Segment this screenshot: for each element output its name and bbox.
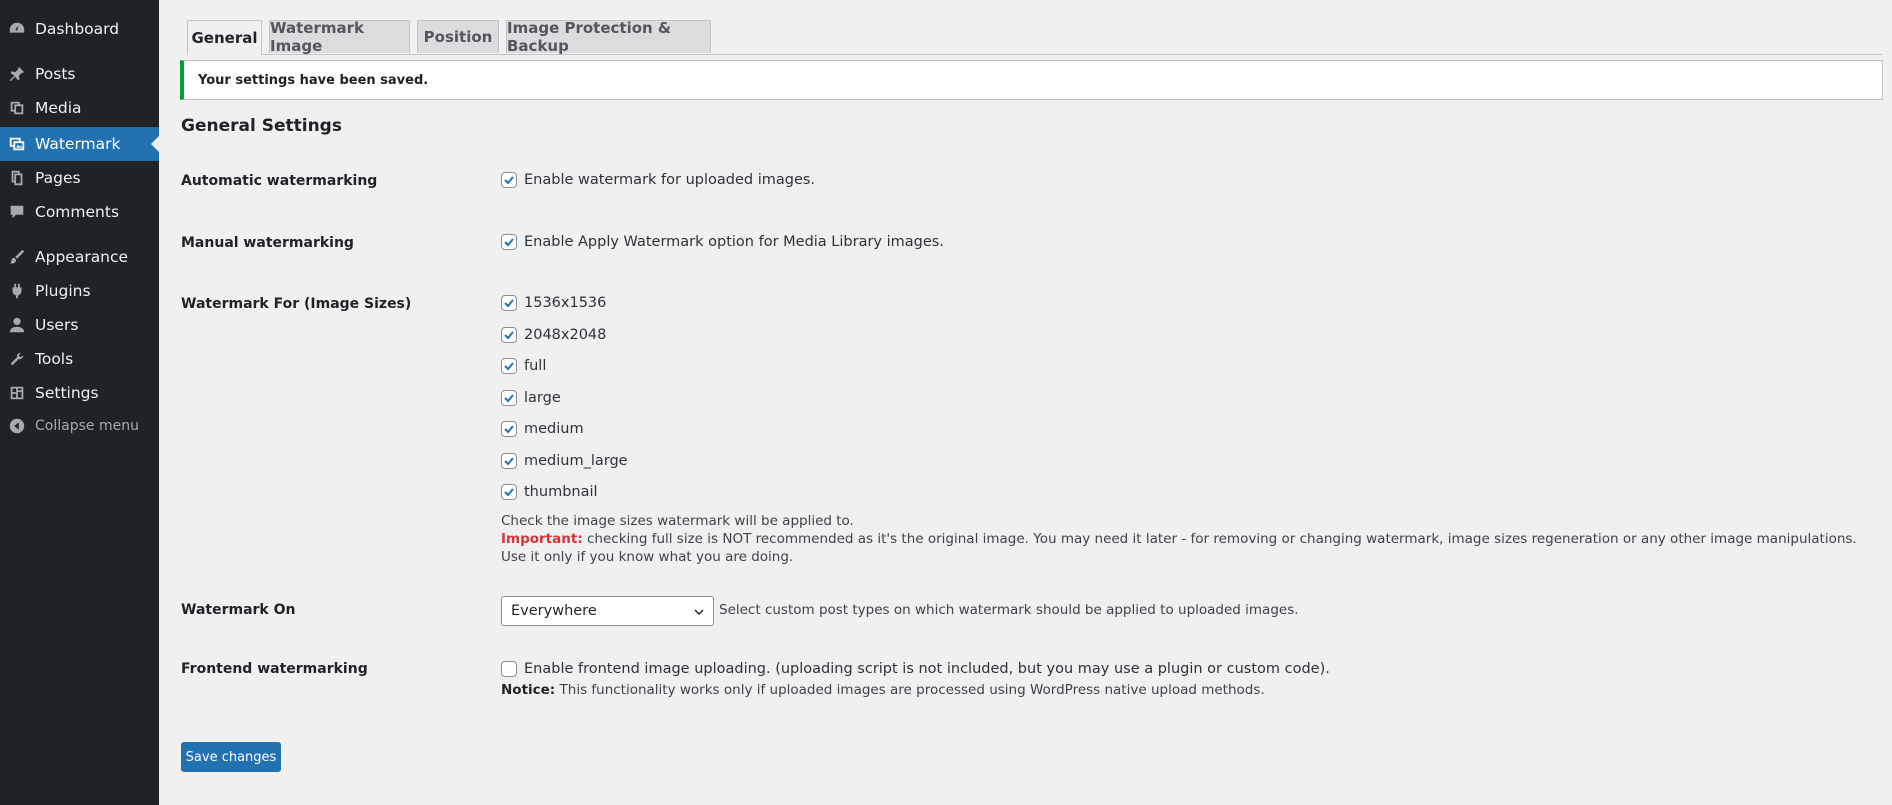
- frontend-notice: Notice: This functionality works only if…: [501, 681, 1265, 699]
- image-size-text: thumbnail: [524, 484, 598, 500]
- image-size-option: full: [501, 358, 546, 374]
- important-label: Important:: [501, 531, 583, 547]
- settings-icon: [7, 383, 27, 403]
- admin-sidebar: Dashboard Posts Media Watermark Pages Co…: [0, 0, 159, 805]
- notice-label: Notice:: [501, 682, 556, 698]
- frontend-watermarking-label: Frontend watermarking: [181, 661, 368, 677]
- image-sizes-help: Check the image sizes watermark will be …: [501, 513, 854, 529]
- tab-general[interactable]: General: [187, 20, 262, 55]
- sidebar-item-label: Appearance: [35, 248, 129, 266]
- watermark-on-select[interactable]: Everywhere: [501, 596, 714, 626]
- image-size-checkbox[interactable]: [501, 295, 517, 311]
- sidebar-item-label: Media: [35, 99, 82, 117]
- sidebar-item-posts[interactable]: Posts: [0, 57, 159, 91]
- watermark-icon: [7, 134, 27, 154]
- image-sizes-warning: Important: checking full size is NOT rec…: [501, 530, 1881, 566]
- automatic-watermarking-option: Enable watermark for uploaded images.: [501, 172, 815, 188]
- settings-tabs: General Watermark Image Position Image P…: [187, 19, 1882, 55]
- collapse-icon: [7, 416, 27, 436]
- automatic-watermarking-checkbox[interactable]: [501, 172, 517, 188]
- pushpin-icon: [7, 64, 27, 84]
- watermark-on-value: Everywhere: [511, 603, 597, 619]
- manual-watermarking-label: Manual watermarking: [181, 235, 354, 251]
- sidebar-item-label: Comments: [35, 203, 120, 221]
- dashboard-icon: [7, 19, 27, 39]
- automatic-watermarking-label: Automatic watermarking: [181, 173, 378, 189]
- sidebar-item-label: Tools: [35, 350, 74, 368]
- sidebar-item-label: Watermark: [35, 135, 121, 153]
- image-size-checkbox[interactable]: [501, 453, 517, 469]
- automatic-watermarking-text: Enable watermark for uploaded images.: [524, 172, 816, 188]
- image-size-checkbox[interactable]: [501, 421, 517, 437]
- frontend-watermarking-text: Enable frontend image uploading. (upload…: [524, 661, 1330, 677]
- sidebar-item-appearance[interactable]: Appearance: [0, 240, 159, 274]
- sidebar-item-settings[interactable]: Settings: [0, 376, 159, 410]
- chevron-down-icon: [694, 609, 704, 616]
- tab-watermark-image[interactable]: Watermark Image: [269, 19, 410, 55]
- sidebar-item-label: Users: [35, 316, 79, 334]
- image-size-option: thumbnail: [501, 484, 598, 500]
- image-size-option: 2048x2048: [501, 327, 606, 343]
- manual-watermarking-text: Enable Apply Watermark option for Media …: [524, 234, 944, 250]
- sidebar-item-pages[interactable]: Pages: [0, 161, 159, 195]
- sidebar-item-tools[interactable]: Tools: [0, 342, 159, 376]
- image-size-checkbox[interactable]: [501, 484, 517, 500]
- media-icon: [7, 98, 27, 118]
- image-size-option: 1536x1536: [501, 295, 606, 311]
- sidebar-item-dashboard[interactable]: Dashboard: [0, 12, 159, 46]
- manual-watermarking-checkbox[interactable]: [501, 234, 517, 250]
- image-size-option: medium_large: [501, 453, 628, 469]
- watermark-on-label: Watermark On: [181, 602, 296, 618]
- image-size-option: medium: [501, 421, 584, 437]
- collapse-menu-label: Collapse menu: [35, 418, 139, 434]
- sidebar-item-watermark[interactable]: Watermark: [0, 127, 159, 161]
- image-size-text: medium: [524, 421, 584, 437]
- notice-text: This functionality works only if uploade…: [555, 682, 1265, 698]
- image-size-text: full: [524, 358, 547, 374]
- sidebar-item-label: Settings: [35, 384, 99, 402]
- image-size-checkbox[interactable]: [501, 327, 517, 343]
- image-size-text: large: [524, 390, 561, 406]
- settings-saved-notice: Your settings have been saved.: [180, 60, 1883, 100]
- manual-watermarking-option: Enable Apply Watermark option for Media …: [501, 234, 944, 250]
- image-size-text: 1536x1536: [524, 295, 607, 311]
- sidebar-item-label: Dashboard: [35, 20, 120, 38]
- image-size-checkbox[interactable]: [501, 358, 517, 374]
- save-changes-button[interactable]: Save changes: [181, 742, 281, 772]
- sidebar-item-plugins[interactable]: Plugins: [0, 274, 159, 308]
- user-icon: [7, 315, 27, 335]
- plug-icon: [7, 281, 27, 301]
- image-size-text: 2048x2048: [524, 327, 607, 343]
- frontend-watermarking-option: Enable frontend image uploading. (upload…: [501, 661, 1330, 677]
- sidebar-item-label: Pages: [35, 169, 81, 187]
- sidebar-item-users[interactable]: Users: [0, 308, 159, 342]
- notice-text: Your settings have been saved.: [198, 72, 429, 88]
- watermark-on-description: Select custom post types on which waterm…: [719, 602, 1299, 618]
- comment-icon: [7, 202, 27, 222]
- sidebar-item-comments[interactable]: Comments: [0, 195, 159, 229]
- image-sizes-description: Check the image sizes watermark will be …: [501, 512, 1881, 566]
- frontend-watermarking-checkbox[interactable]: [501, 661, 517, 677]
- image-size-option: large: [501, 390, 561, 406]
- wrench-icon: [7, 349, 27, 369]
- sidebar-item-label: Posts: [35, 65, 76, 83]
- important-text: checking full size is NOT recommended as…: [501, 531, 1857, 565]
- image-size-text: medium_large: [524, 453, 628, 469]
- page-title: General Settings: [181, 116, 342, 136]
- image-size-checkbox[interactable]: [501, 390, 517, 406]
- brush-icon: [7, 247, 27, 267]
- sidebar-item-label: Plugins: [35, 282, 91, 300]
- pages-icon: [7, 168, 27, 188]
- tab-image-protection-backup[interactable]: Image Protection & Backup: [506, 19, 711, 55]
- tab-position[interactable]: Position: [417, 20, 499, 53]
- collapse-menu-button[interactable]: Collapse menu: [0, 409, 159, 443]
- sidebar-item-media[interactable]: Media: [0, 91, 159, 125]
- image-sizes-label: Watermark For (Image Sizes): [181, 296, 412, 312]
